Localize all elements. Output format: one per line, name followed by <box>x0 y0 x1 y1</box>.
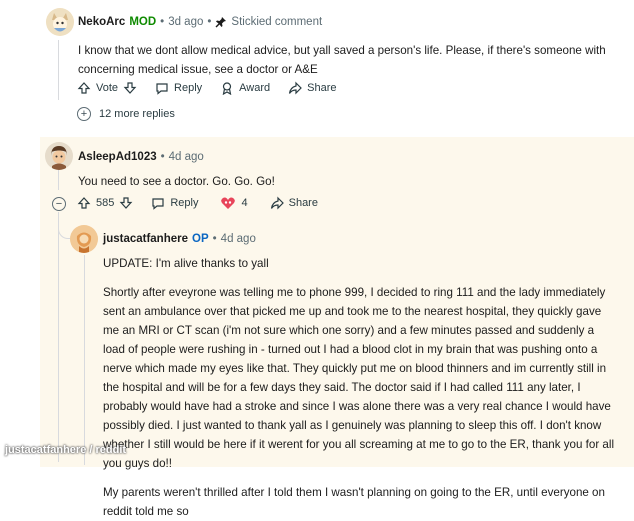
upvote-icon[interactable] <box>77 196 91 210</box>
comment-meta: NekoArc MOD • 3d ago • Stickied comment <box>78 16 322 28</box>
vote-control: Vote <box>77 81 137 95</box>
comment-paragraph: UPDATE: I'm alive thanks to yall <box>103 257 269 270</box>
separator: • <box>160 151 165 163</box>
comment-text: I know that we dont allow medical advice… <box>78 44 606 76</box>
stickied-label: Stickied comment <box>231 16 323 28</box>
award-label: Award <box>239 82 271 94</box>
downvote-icon[interactable] <box>119 196 133 210</box>
award-heart-icon <box>220 196 236 210</box>
username[interactable]: NekoArc <box>78 16 125 28</box>
reply-icon <box>151 196 165 210</box>
vote-score: 585 <box>96 197 115 209</box>
username[interactable]: justacatfanhere <box>103 233 188 245</box>
mod-badge: MOD <box>129 16 157 28</box>
share-label: Share <box>307 82 337 94</box>
comment-paragraph: My parents weren't thrilled after I told… <box>103 486 605 518</box>
separator: • <box>207 16 212 28</box>
avatar[interactable] <box>45 142 73 170</box>
timestamp[interactable]: 3d ago <box>168 16 203 28</box>
username[interactable]: AsleepAd1023 <box>78 151 157 163</box>
separator: • <box>212 233 217 245</box>
avatar[interactable] <box>46 8 74 36</box>
collapse-icon[interactable]: − <box>52 197 66 211</box>
timestamp[interactable]: 4d ago <box>221 233 256 245</box>
thread-line <box>58 170 59 190</box>
pin-icon <box>215 16 227 28</box>
thread-line <box>58 40 59 100</box>
award-icon <box>220 81 234 95</box>
thread-line <box>84 255 85 465</box>
share-button[interactable]: Share <box>270 196 318 210</box>
downvote-icon[interactable] <box>123 81 137 95</box>
timestamp[interactable]: 4d ago <box>169 151 204 163</box>
reply-icon <box>155 81 169 95</box>
op-badge: OP <box>192 233 209 245</box>
share-label: Share <box>288 197 318 209</box>
separator: • <box>160 16 165 28</box>
comment-meta: justacatfanhere OP • 4d ago <box>103 233 256 245</box>
reply-button[interactable]: Reply <box>151 196 198 210</box>
more-replies-label: 12 more replies <box>99 108 175 120</box>
vote-label: Vote <box>96 82 119 94</box>
award-count: 4 <box>241 197 248 209</box>
share-button[interactable]: Share <box>288 81 337 95</box>
plus-icon: + <box>77 107 91 121</box>
reply-label: Reply <box>174 82 203 94</box>
comment-meta: AsleepAd1023 • 4d ago <box>78 151 204 163</box>
comment-paragraph: Shortly after eveyrone was telling me to… <box>103 286 615 470</box>
avatar[interactable] <box>70 225 98 253</box>
vote-control: 585 <box>77 196 133 210</box>
upvote-icon[interactable] <box>77 81 91 95</box>
share-icon <box>270 196 284 210</box>
thread-line <box>58 212 59 462</box>
award-button[interactable]: 4 <box>220 196 248 210</box>
share-icon <box>288 81 302 95</box>
comment-body: I know that we dont allow medical advice… <box>78 41 608 79</box>
more-replies-button[interactable]: + 12 more replies <box>77 107 175 121</box>
comment-body: You need to see a doctor. Go. Go. Go! <box>78 172 608 191</box>
reply-label: Reply <box>170 197 199 209</box>
comment-actions: Vote Reply Award Share <box>77 81 355 95</box>
comment-text: You need to see a doctor. Go. Go. Go! <box>78 175 275 188</box>
watermark: justacatfanhere / reddit <box>5 444 127 456</box>
reply-button[interactable]: Reply <box>155 81 202 95</box>
award-button[interactable]: Award <box>220 81 270 95</box>
comment-actions: 585 Reply 4 Share <box>77 196 336 210</box>
comment-body: UPDATE: I'm alive thanks to yall Shortly… <box>103 254 615 521</box>
